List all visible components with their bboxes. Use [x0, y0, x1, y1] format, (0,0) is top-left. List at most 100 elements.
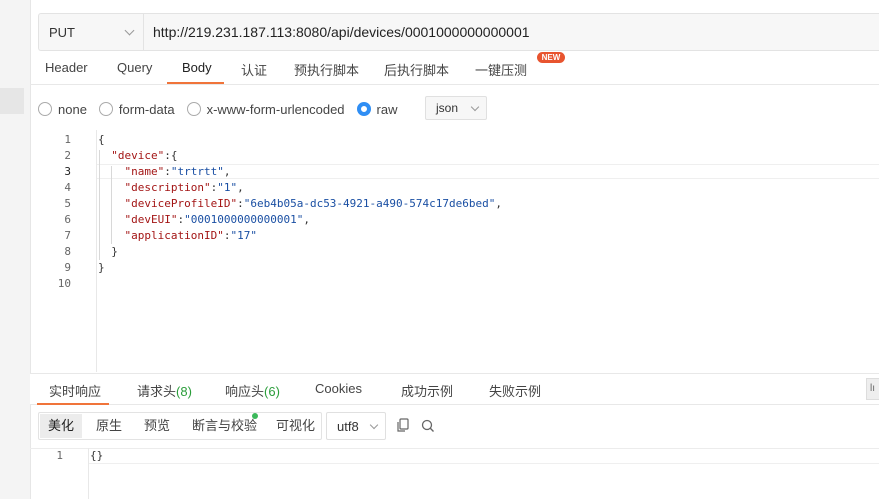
json-punct [98, 181, 125, 194]
request-tabs [30, 52, 879, 85]
tab-auth[interactable]: 认证 [241, 60, 267, 79]
json-key: "description" [124, 181, 211, 194]
left-sidebar-strip [0, 0, 31, 499]
code-line: { [98, 133, 105, 146]
json-string: "0001000000000001" [184, 213, 304, 226]
json-punct: , [237, 181, 244, 194]
radio-label: form-data [118, 101, 175, 117]
code-line: "device":{ [98, 149, 177, 162]
status-dot [252, 413, 258, 419]
radio-label: none [58, 101, 87, 117]
line-number: 10 [57, 277, 71, 290]
json-punct: { [98, 133, 105, 146]
tab-cookies[interactable]: Cookies [315, 381, 362, 396]
line-number: 6 [64, 213, 71, 226]
code-line: "name":"trtrtt", [98, 165, 231, 178]
line-number: 9 [64, 261, 71, 274]
copy-icon[interactable] [394, 416, 412, 436]
chevron-down-icon [369, 420, 379, 429]
response-line-highlight [88, 448, 879, 464]
tab-post-script[interactable]: 后执行脚本 [384, 60, 449, 79]
radio-circle-icon [186, 102, 201, 116]
encoding-select[interactable]: utf8 [326, 412, 386, 440]
line-number: 2 [64, 149, 71, 162]
method-label: PUT [49, 24, 75, 40]
url-input[interactable]: http://219.231.187.113:8080/api/devices/… [153, 13, 530, 51]
active-response-tab-indicator [37, 403, 109, 405]
tab-pre-script[interactable]: 预执行脚本 [294, 60, 359, 79]
radio-raw[interactable]: raw [356, 101, 398, 117]
json-punct: : [237, 197, 244, 210]
radio-circle-icon [38, 102, 52, 116]
line-number: 3 [64, 165, 71, 178]
json-punct [98, 165, 125, 178]
json-string: "1" [217, 181, 238, 194]
view-preview-button[interactable]: 预览 [136, 412, 178, 440]
active-tab-indicator [167, 82, 224, 84]
tab-fail-example[interactable]: 失败示例 [489, 381, 541, 400]
json-punct: } [98, 245, 118, 258]
json-punct: , [495, 197, 503, 210]
json-punct: :{ [164, 149, 178, 162]
json-string: "trtrtt" [170, 165, 224, 178]
json-key: "device" [111, 149, 165, 162]
chevron-down-icon [470, 102, 480, 111]
line-number: 7 [64, 229, 71, 242]
tab-label: 请求头 [137, 384, 177, 399]
editor-gutter-divider [96, 130, 97, 372]
raw-format-select[interactable]: json [425, 96, 487, 120]
tab-success-example[interactable]: 成功示例 [401, 381, 453, 400]
code-line: "deviceProfileID":"6eb4b05a-dc53-4921-a4… [98, 197, 503, 210]
tab-stress-test[interactable]: 一键压测 [475, 60, 527, 79]
line-number: 5 [64, 197, 71, 210]
json-punct [98, 229, 125, 242]
radio-selected-icon [356, 102, 371, 116]
count-badge: (8) [176, 384, 192, 399]
json-punct [98, 149, 111, 162]
tab-realtime-response[interactable]: 实时响应 [49, 381, 101, 400]
code-line: "description":"1", [98, 181, 244, 194]
json-string: "17" [230, 229, 257, 242]
radio-label: x-www-form-urlencoded [206, 101, 345, 117]
sidebar-selected-block [0, 88, 24, 114]
json-key: "deviceProfileID" [124, 197, 238, 210]
radio-form-data[interactable]: form-data [98, 101, 175, 117]
method-select[interactable]: PUT [38, 13, 144, 51]
json-key: "applicationID" [124, 229, 224, 242]
code-line: } [98, 245, 118, 258]
view-visualize-button[interactable]: 可视化 [268, 412, 323, 440]
radio-circle-icon [98, 102, 113, 116]
json-punct: : [164, 165, 171, 178]
view-pretty-button[interactable]: 美化 [40, 414, 83, 438]
search-icon[interactable] [419, 416, 437, 436]
response-line-number: 1 [56, 449, 63, 462]
side-panel-button[interactable]: lı [866, 378, 879, 400]
tab-label: 响应头 [225, 384, 265, 399]
response-gutter-divider [88, 448, 89, 499]
json-punct [98, 197, 125, 210]
line-number: 4 [64, 181, 71, 194]
json-punct: , [223, 165, 231, 178]
json-key: "name" [124, 165, 165, 178]
raw-format-label: json [436, 101, 459, 115]
code-line: "devEUI":"0001000000000001", [98, 213, 310, 226]
json-key: "devEUI" [124, 213, 178, 226]
code-line: } [98, 261, 105, 274]
tab-request-headers[interactable]: 请求头(8) [137, 381, 192, 400]
encoding-label: utf8 [337, 418, 359, 434]
json-punct [98, 213, 125, 226]
count-badge: (6) [264, 384, 280, 399]
tab-header[interactable]: Header [45, 60, 88, 75]
tab-body[interactable]: Body [182, 60, 212, 75]
tab-query[interactable]: Query [117, 60, 152, 75]
line-number: 8 [64, 245, 71, 258]
json-punct: , [303, 213, 310, 226]
response-text: {} [90, 449, 104, 462]
json-string: "6eb4b05a-dc53-4921-a490-574c17de6bed" [243, 197, 496, 210]
view-raw-button[interactable]: 原生 [88, 412, 130, 440]
radio-none[interactable]: none [38, 102, 87, 117]
line-number: 1 [64, 133, 71, 146]
radio-urlencoded[interactable]: x-www-form-urlencoded [186, 101, 345, 117]
radio-label: raw [376, 101, 398, 117]
tab-response-headers[interactable]: 响应头(6) [225, 381, 280, 400]
